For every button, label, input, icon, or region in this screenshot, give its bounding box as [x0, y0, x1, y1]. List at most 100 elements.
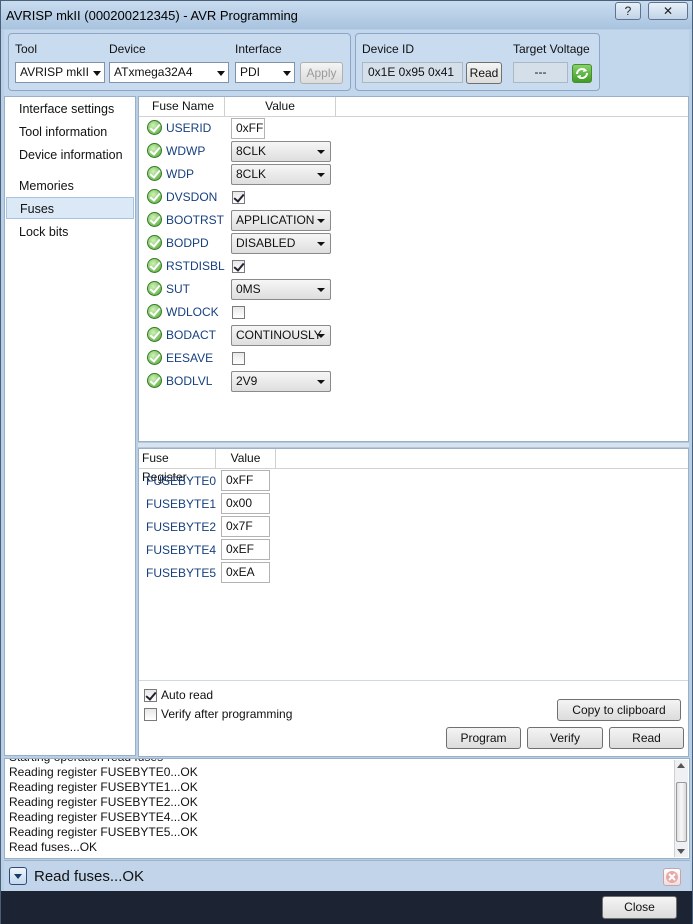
title-bar: AVRISP mkII (000200212345) - AVR Program… [1, 1, 692, 29]
register-row: FUSEBYTE5 0xEA [139, 561, 339, 584]
fuse-row: WDLOCK [139, 301, 439, 324]
fuse-row: BODACT CONTINOUSLY [139, 324, 439, 347]
chevron-down-icon [317, 150, 325, 154]
device-select-value: ATxmega32A4 [114, 65, 193, 79]
log-line: Reading register FUSEBYTE5...OK [9, 825, 198, 839]
check-circle-icon [147, 143, 162, 158]
fuse-row: BODPD DISABLED [139, 232, 439, 255]
fuse-value-checkbox[interactable] [232, 306, 245, 319]
fuse-name-column-header: Fuse Name [139, 97, 225, 117]
fuse-value-select-text: 2V9 [236, 374, 258, 388]
fuse-value-select-text: 8CLK [236, 144, 267, 158]
output-log: Starting operation read fusesReading reg… [4, 758, 690, 859]
fuse-value-select[interactable]: APPLICATION [231, 210, 331, 231]
fuse-value-select[interactable]: 8CLK [231, 164, 331, 185]
fuse-row: WDP 8CLK [139, 163, 439, 186]
fuse-value-checkbox[interactable] [232, 260, 245, 273]
log-scroll-thumb[interactable] [676, 782, 687, 842]
fuse-name: BOOTRST [166, 213, 225, 227]
fuse-name: WDWP [166, 144, 206, 158]
register-value-input[interactable]: 0x7F [221, 516, 270, 537]
chevron-down-icon [217, 71, 225, 76]
chevron-down-icon [317, 334, 325, 338]
fuse-name: BODACT [166, 328, 217, 342]
register-name: FUSEBYTE0 [146, 474, 217, 488]
fuse-value-select-text: CONTINOUSLY [236, 328, 322, 342]
sidebar-item-lock-bits[interactable]: Lock bits [6, 221, 134, 243]
register-value-column-header: Value [216, 449, 276, 469]
fuse-value-select[interactable]: CONTINOUSLY [231, 325, 331, 346]
verify-button[interactable]: Verify [527, 727, 603, 749]
fuse-value-checkbox[interactable] [232, 191, 245, 204]
toolbar: Tool Device Interface AVRISP mkII ATxmeg… [4, 30, 689, 96]
fuse-name: RSTDISBL [166, 259, 225, 273]
sidebar-item-device-information[interactable]: Device information [6, 144, 134, 166]
log-line: Reading register FUSEBYTE0...OK [9, 765, 198, 779]
status-text: Read fuses...OK [34, 868, 145, 885]
fuse-value-select-text: 8CLK [236, 167, 267, 181]
fuse-value-select[interactable]: 8CLK [231, 141, 331, 162]
fuse-name: BODPD [166, 236, 209, 250]
fuse-name: BODLVL [166, 374, 213, 388]
fuse-value-select[interactable]: 2V9 [231, 371, 331, 392]
fuse-list-panel: Fuse Name Value USERID 0xFF WDWP 8CLK WDP 8CL… [138, 96, 689, 442]
fuse-value-input[interactable]: 0xFF [231, 118, 265, 139]
auto-read-checkbox[interactable] [144, 689, 157, 702]
dismiss-status-button[interactable] [663, 868, 681, 886]
sidebar-item-memories[interactable]: Memories [6, 175, 134, 197]
interface-select[interactable]: PDI [235, 62, 295, 83]
close-button[interactable]: Close [602, 896, 677, 919]
window-close-button[interactable]: ✕ [648, 2, 688, 20]
device-select[interactable]: ATxmega32A4 [109, 62, 229, 83]
check-circle-icon [147, 235, 162, 250]
chevron-down-icon [317, 219, 325, 223]
check-circle-icon [147, 304, 162, 319]
read-button[interactable]: Read [609, 727, 684, 749]
register-row: FUSEBYTE4 0xEF [139, 538, 339, 561]
copy-to-clipboard-button[interactable]: Copy to clipboard [557, 699, 681, 721]
fuse-row: BOOTRST APPLICATION [139, 209, 439, 232]
help-button[interactable]: ? [615, 2, 641, 20]
program-button[interactable]: Program [446, 727, 521, 749]
register-value-input[interactable]: 0xFF [221, 470, 270, 491]
chevron-down-icon [317, 380, 325, 384]
check-circle-icon [147, 189, 162, 204]
log-line: Read fuses...OK [9, 840, 98, 854]
read-device-id-button[interactable]: Read [466, 62, 502, 84]
expand-log-button[interactable] [9, 867, 27, 885]
chevron-down-icon [14, 874, 22, 879]
fuse-value-select[interactable]: DISABLED [231, 233, 331, 254]
chevron-down-icon [317, 242, 325, 246]
log-scrollbar[interactable] [674, 760, 688, 857]
close-icon [666, 871, 678, 883]
tool-select[interactable]: AVRISP mkII [15, 62, 105, 83]
fuse-value-select-text: 0MS [236, 282, 261, 296]
check-circle-icon [147, 212, 162, 227]
fuse-row: RSTDISBL [139, 255, 439, 278]
register-value-input[interactable]: 0xEA [221, 562, 270, 583]
chevron-down-icon [317, 288, 325, 292]
refresh-voltage-button[interactable] [572, 64, 592, 83]
chevron-down-icon [317, 173, 325, 177]
fuse-value-checkbox[interactable] [232, 352, 245, 365]
fuse-name: WDP [166, 167, 194, 181]
register-row: FUSEBYTE1 0x00 [139, 492, 339, 515]
check-circle-icon [147, 373, 162, 388]
fuse-row: BODLVL 2V9 [139, 370, 439, 393]
sidebar-item-interface-settings[interactable]: Interface settings [6, 98, 134, 120]
register-value-input[interactable]: 0x00 [221, 493, 270, 514]
sidebar-item-tool-information[interactable]: Tool information [6, 121, 134, 143]
scroll-up-icon[interactable] [677, 763, 685, 768]
fuse-row: WDWP 8CLK [139, 140, 439, 163]
device-id-group: Device ID Target Voltage 0x1E 0x95 0x41 … [355, 33, 600, 91]
fuse-value-select[interactable]: 0MS [231, 279, 331, 300]
apply-button[interactable]: Apply [300, 62, 343, 84]
register-value-input[interactable]: 0xEF [221, 539, 270, 560]
scroll-down-icon[interactable] [677, 849, 685, 854]
sidebar-item-fuses[interactable]: Fuses [6, 197, 134, 219]
target-voltage-label: Target Voltage [513, 42, 590, 56]
fuse-value-select-text: DISABLED [236, 236, 296, 250]
check-circle-icon [147, 350, 162, 365]
verify-after-programming-checkbox[interactable] [144, 708, 157, 721]
target-voltage-value: --- [513, 62, 568, 83]
